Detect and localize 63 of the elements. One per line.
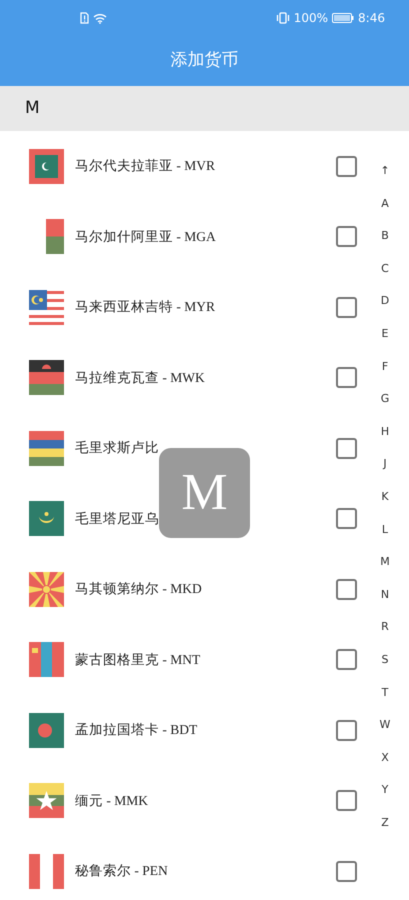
currency-name: 马其顿第纳尔 - MKD: [75, 580, 202, 598]
checkbox[interactable]: [336, 578, 357, 600]
index-letter[interactable]: S: [373, 648, 397, 682]
vibrate-icon: [276, 12, 290, 24]
currency-name: 马尔代夫拉菲亚 - MVR: [75, 157, 216, 176]
checkbox[interactable]: [336, 226, 357, 248]
index-letter[interactable]: R: [373, 616, 397, 649]
checkbox[interactable]: [336, 790, 357, 812]
flag-icon: [29, 572, 64, 607]
flag-icon: [29, 854, 64, 889]
checkbox[interactable]: [336, 649, 357, 670]
index-letter[interactable]: F: [373, 356, 397, 388]
page-title: 添加货币: [170, 49, 238, 72]
index-letter[interactable]: A: [373, 192, 397, 226]
flag-icon: [29, 501, 64, 536]
currency-name: 秘鲁索尔 - PEN: [75, 862, 168, 880]
checkbox[interactable]: [336, 296, 357, 318]
index-letter[interactable]: E: [373, 322, 397, 356]
index-letter[interactable]: L: [373, 518, 397, 552]
flag-icon: [29, 712, 64, 748]
index-letter[interactable]: ↑: [373, 160, 397, 193]
flag-icon: [29, 360, 64, 396]
index-letter[interactable]: Z: [373, 812, 397, 844]
currency-name: 毛里求斯卢比: [75, 439, 159, 458]
flag-icon: [29, 642, 64, 678]
index-letter[interactable]: C: [373, 258, 397, 290]
index-letter[interactable]: W: [373, 714, 397, 747]
time-text: 8:46: [358, 10, 385, 27]
section-letter: M: [25, 96, 40, 120]
currency-name: 蒙古图格里克 - MNT: [75, 650, 200, 669]
checkbox[interactable]: [336, 367, 357, 388]
currency-name: 孟加拉国塔卡 - BDT: [75, 721, 198, 740]
index-letter[interactable]: M: [373, 551, 397, 584]
flag-icon: [46, 219, 64, 254]
index-letter[interactable]: Y: [373, 779, 397, 812]
checkbox[interactable]: [336, 438, 357, 459]
index-letter[interactable]: J: [373, 453, 397, 486]
checkbox[interactable]: [336, 860, 357, 882]
index-letter[interactable]: T: [373, 682, 397, 714]
currency-name: 缅元 - MMK: [75, 792, 148, 810]
letter-popup: M: [159, 448, 250, 538]
flag-icon: [29, 783, 64, 818]
battery-icon: [332, 13, 354, 23]
flag-icon: [29, 148, 64, 184]
index-letter[interactable]: K: [373, 486, 397, 519]
index-letter[interactable]: D: [373, 290, 397, 323]
index-letter[interactable]: X: [373, 746, 397, 780]
currency-name: 马尔加什阿里亚 - MGA: [75, 228, 216, 246]
currency-name: 马来西亚林吉特 - MYR: [75, 298, 216, 316]
index-letter[interactable]: N: [373, 584, 397, 616]
index-letter[interactable]: H: [373, 420, 397, 454]
currency-name: 毛里塔尼亚乌: [75, 510, 159, 528]
index-letter[interactable]: G: [373, 388, 397, 421]
checkbox[interactable]: [336, 720, 357, 741]
battery-text: 100%: [294, 10, 328, 27]
flag-icon: [29, 290, 64, 325]
flag-icon: [29, 430, 64, 466]
sim-alert-icon: [80, 12, 89, 24]
checkbox[interactable]: [336, 508, 357, 530]
index-letter[interactable]: B: [373, 225, 397, 258]
currency-name: 马拉维克瓦查 - MWK: [75, 368, 205, 387]
checkbox[interactable]: [336, 156, 357, 177]
wifi-icon: [93, 12, 107, 24]
